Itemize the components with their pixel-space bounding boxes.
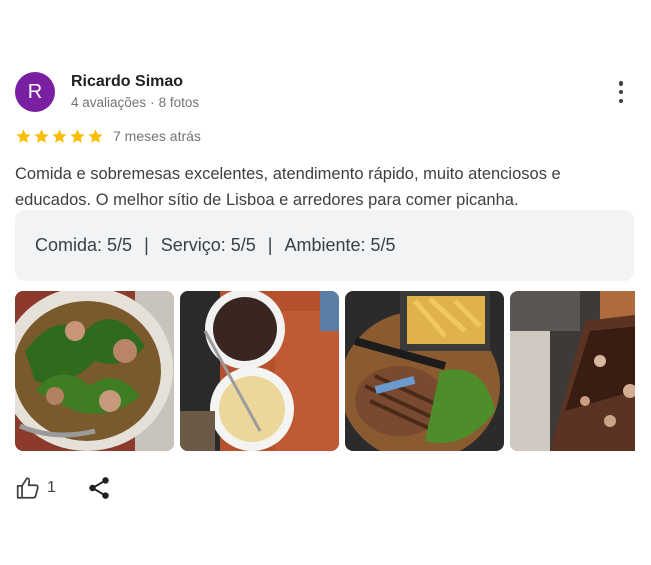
like-count: 1	[47, 479, 56, 496]
star-icon	[52, 128, 67, 143]
score-divider: |	[144, 235, 149, 255]
chocolate-cake-photo[interactable]	[510, 291, 635, 451]
reviewer-meta: 4 avaliações · 8 fotos	[71, 95, 199, 110]
more-options-icon[interactable]	[617, 81, 625, 103]
picanha-and-fries-photo[interactable]	[345, 291, 504, 451]
beans-and-puree-photo[interactable]	[180, 291, 339, 451]
score-ambience: Ambiente: 5/5	[284, 235, 396, 255]
score-food: Comida: 5/5	[35, 235, 133, 255]
score-summary: Comida: 5/5 | Serviço: 5/5 | Ambiente: 5…	[15, 210, 634, 281]
review-actions: 1	[15, 473, 112, 503]
review-header: R Ricardo Simao 4 avaliações · 8 fotos	[15, 70, 635, 114]
star-icon	[88, 128, 103, 143]
reviewer-review-count: 4 avaliações	[71, 95, 147, 110]
score-service: Serviço: 5/5	[160, 235, 256, 255]
thumbs-up-icon	[16, 477, 39, 499]
stew-with-greens-photo[interactable]	[15, 291, 174, 451]
share-button[interactable]	[86, 475, 112, 501]
score-divider: |	[267, 235, 273, 255]
share-icon	[89, 477, 109, 499]
like-button[interactable]: 1	[15, 475, 56, 501]
star-icon	[34, 128, 49, 143]
star-icon	[16, 128, 31, 143]
reviewer-photo-count: 8 fotos	[158, 95, 200, 110]
review-time: 7 meses atrás	[113, 128, 201, 144]
star-icon	[70, 128, 85, 143]
star-rating	[15, 128, 104, 145]
review-card: R Ricardo Simao 4 avaliações · 8 fotos 7 m…	[15, 70, 635, 499]
rating-row: 7 meses atrás	[15, 127, 201, 145]
review-text: Comida e sobremesas excelentes, atendime…	[15, 165, 561, 209]
meta-separator: ·	[150, 95, 155, 110]
avatar[interactable]: R	[15, 72, 55, 112]
photo-carousel	[15, 291, 635, 451]
reviewer-name[interactable]: Ricardo Simao	[71, 73, 183, 91]
